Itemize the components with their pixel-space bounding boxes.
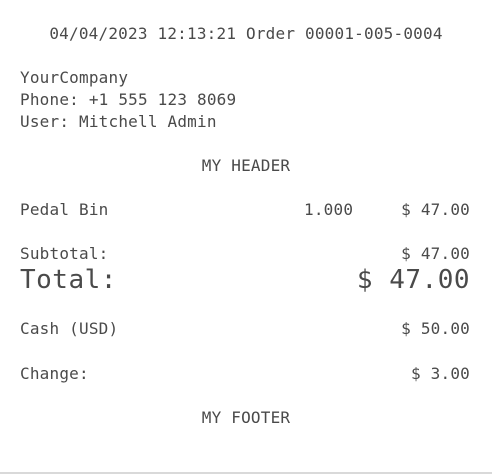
order-line-price: $ 47.00	[401, 200, 470, 219]
total-label: Total:	[20, 265, 117, 295]
receipt-datetime-order: 04/04/2023 12:13:21 Order 00001-005-0004	[49, 24, 443, 43]
total-value: $ 47.00	[356, 265, 470, 295]
cashier-user: User: Mitchell Admin	[20, 112, 217, 131]
pos-receipt: 04/04/2023 12:13:21 Order 00001-005-0004…	[0, 0, 492, 472]
payment-method-label: Cash (USD)	[20, 319, 119, 338]
receipt-custom-header: MY HEADER	[201, 156, 291, 175]
receipt-custom-footer: MY FOOTER	[201, 408, 291, 427]
payment-amount: $ 50.00	[401, 319, 470, 338]
change-value: $ 3.00	[411, 364, 470, 383]
company-phone: Phone: +1 555 123 8069	[20, 90, 237, 109]
company-name: YourCompany	[20, 68, 129, 87]
order-line-product: Pedal Bin	[20, 200, 109, 219]
subtotal-label: Subtotal:	[20, 244, 109, 263]
subtotal-value: $ 47.00	[401, 244, 470, 263]
change-label: Change:	[20, 364, 89, 383]
order-line-quantity: 1.000	[304, 200, 354, 219]
